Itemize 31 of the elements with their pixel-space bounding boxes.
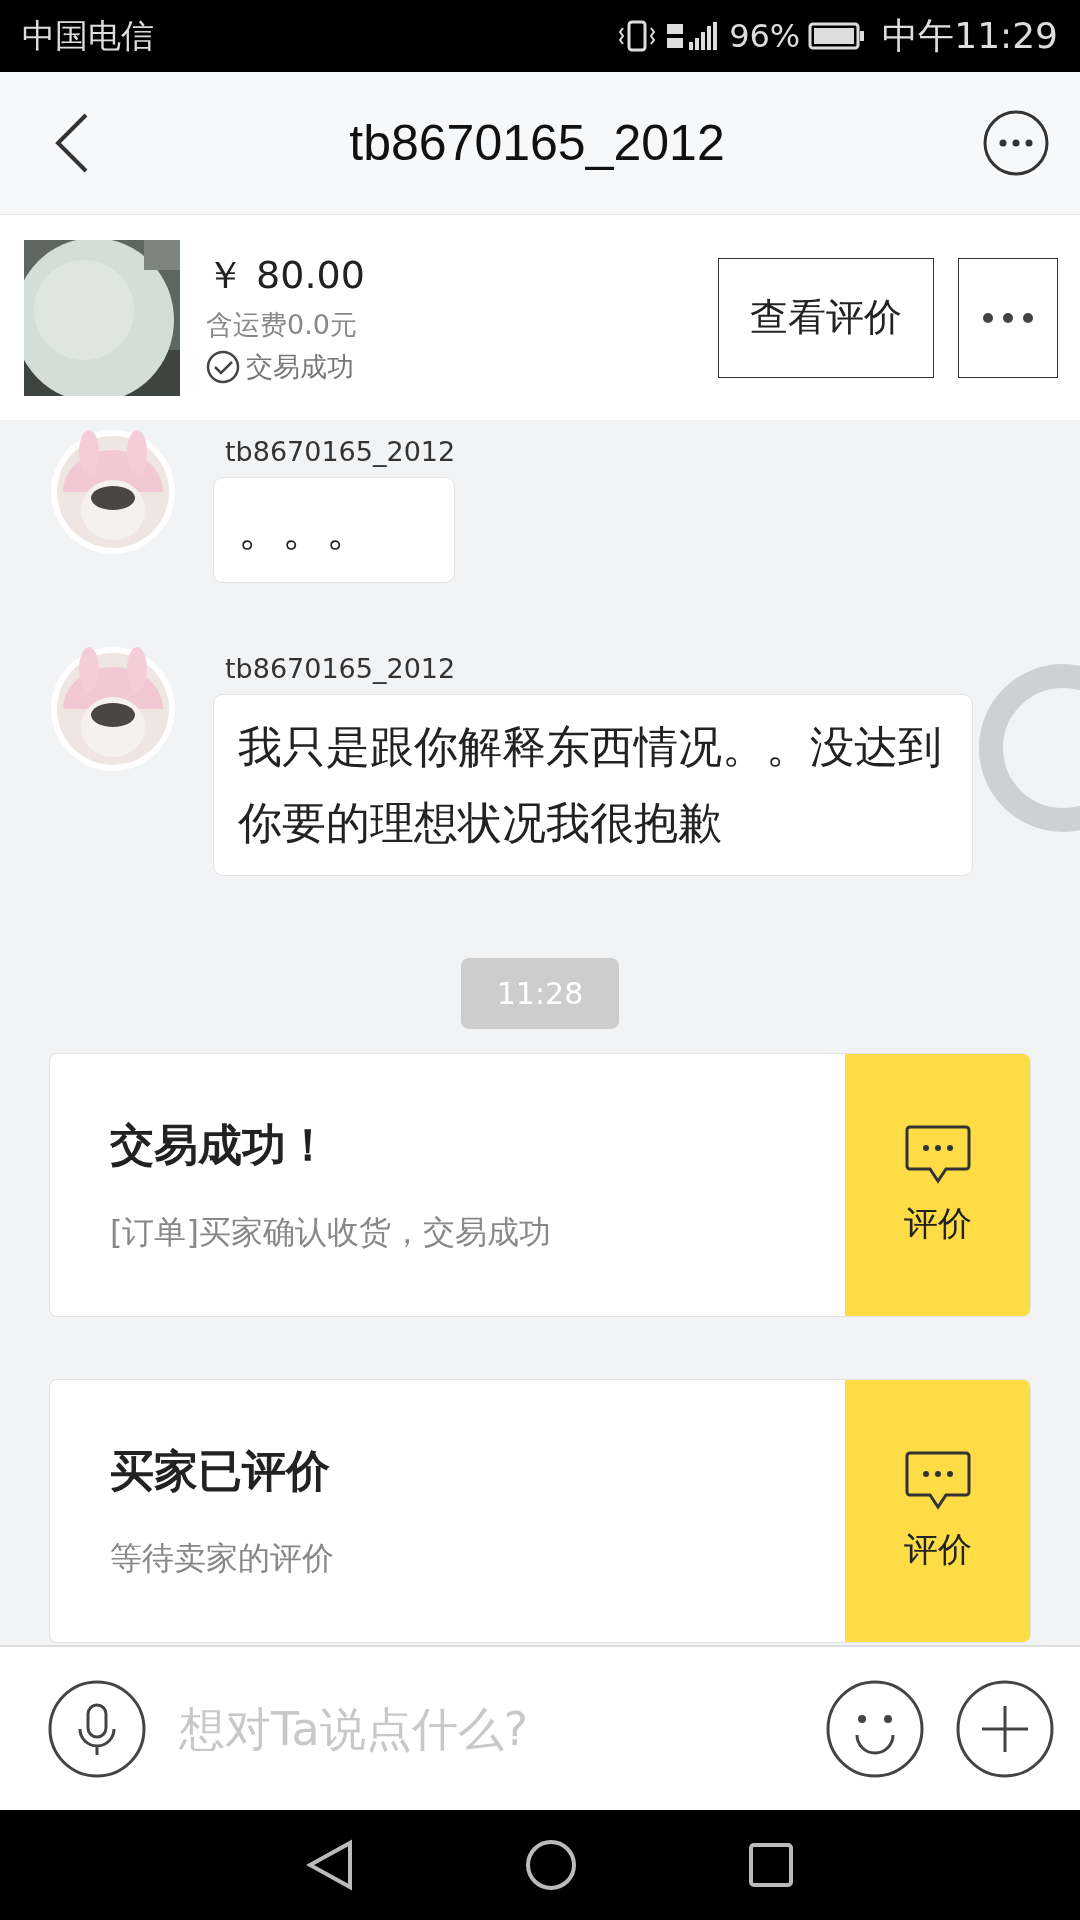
more-icon[interactable]	[982, 109, 1050, 177]
home-icon[interactable]	[525, 1839, 577, 1891]
rate-button[interactable]: 评价	[845, 1380, 1030, 1642]
check-circle-icon	[206, 350, 240, 384]
card-subtitle: [订单]买家确认收货，交易成功	[110, 1211, 552, 1253]
battery-percent: 96%	[729, 17, 801, 55]
battery-icon	[808, 21, 867, 51]
smiley-icon[interactable]	[825, 1678, 925, 1779]
plus-icon[interactable]	[955, 1678, 1055, 1779]
card-subtitle: 等待卖家的评价	[110, 1537, 335, 1579]
sender-name: tb8670165_2012	[225, 436, 456, 467]
clock: 中午11:29	[882, 13, 1058, 58]
recents-icon[interactable]	[748, 1842, 795, 1888]
message-bubble: 。。。	[213, 477, 456, 583]
price: ￥ 80.00	[206, 252, 366, 299]
chat-title: tb8670165_2012	[349, 114, 725, 172]
view-reviews-button[interactable]: 查看评价	[718, 257, 934, 378]
message-bubble: 我只是跟你解释东西情况。。没达到你要的理想状况我很抱歉	[213, 694, 973, 876]
vibrate-icon	[617, 18, 658, 54]
trade-status: 交易成功	[246, 350, 354, 384]
back-icon[interactable]	[305, 1839, 354, 1891]
card-title: 交易成功！	[110, 1117, 331, 1172]
sender-name: tb8670165_2012	[225, 653, 457, 684]
card-title: 买家已评价	[110, 1443, 331, 1498]
more-button[interactable]	[958, 257, 1058, 378]
loading-ring-icon	[978, 663, 1080, 833]
microphone-icon[interactable]	[47, 1678, 147, 1779]
carrier-name: 中国电信	[22, 14, 154, 57]
rate-button[interactable]: 评价	[845, 1054, 1030, 1316]
shipping-fee: 含运费0.0元	[206, 308, 358, 342]
more-icon	[982, 311, 1034, 324]
